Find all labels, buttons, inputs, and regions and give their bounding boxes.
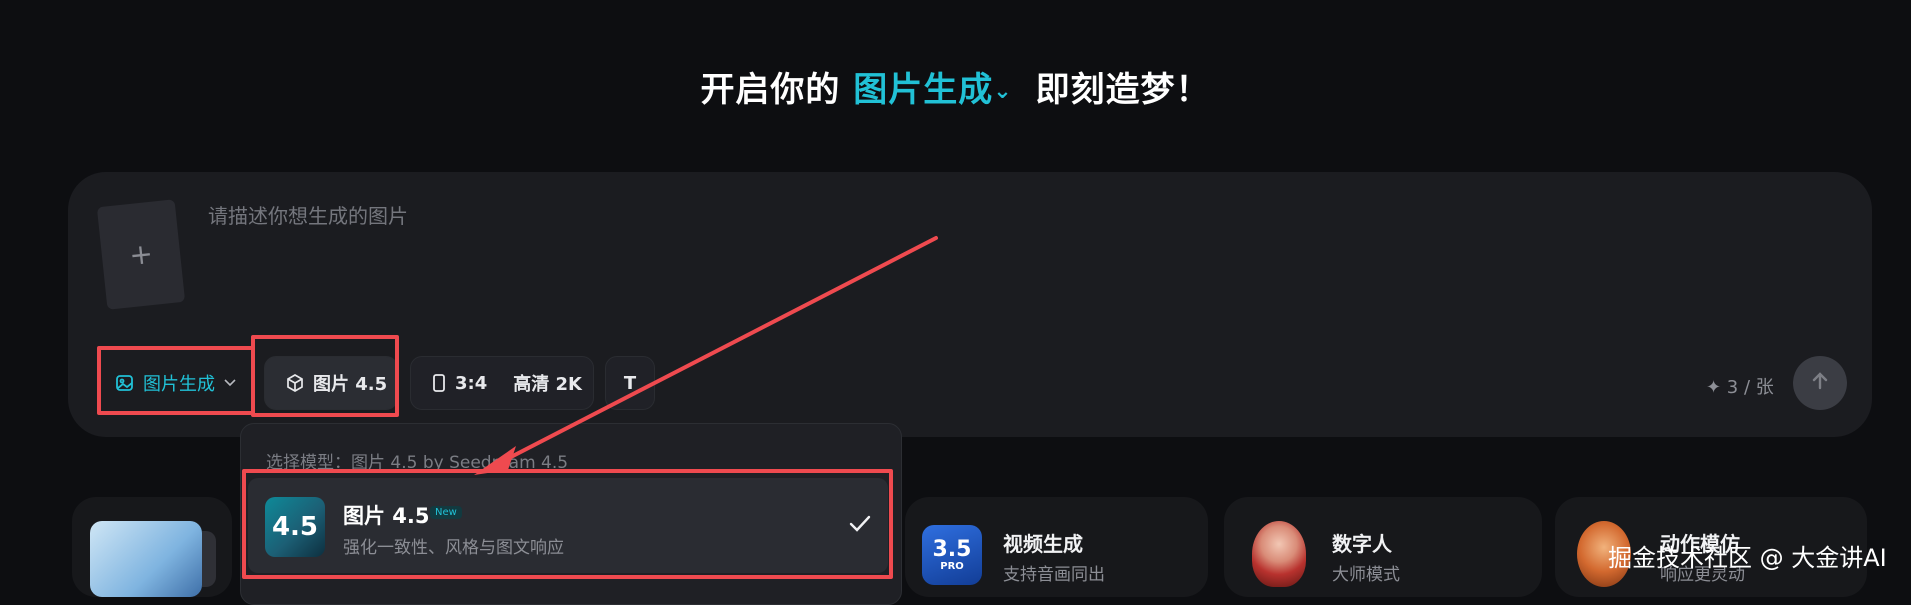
annotation-arrow [474, 236, 938, 475]
watermark: 掘金技术社区 @ 大金讲AI [1608, 544, 1887, 572]
